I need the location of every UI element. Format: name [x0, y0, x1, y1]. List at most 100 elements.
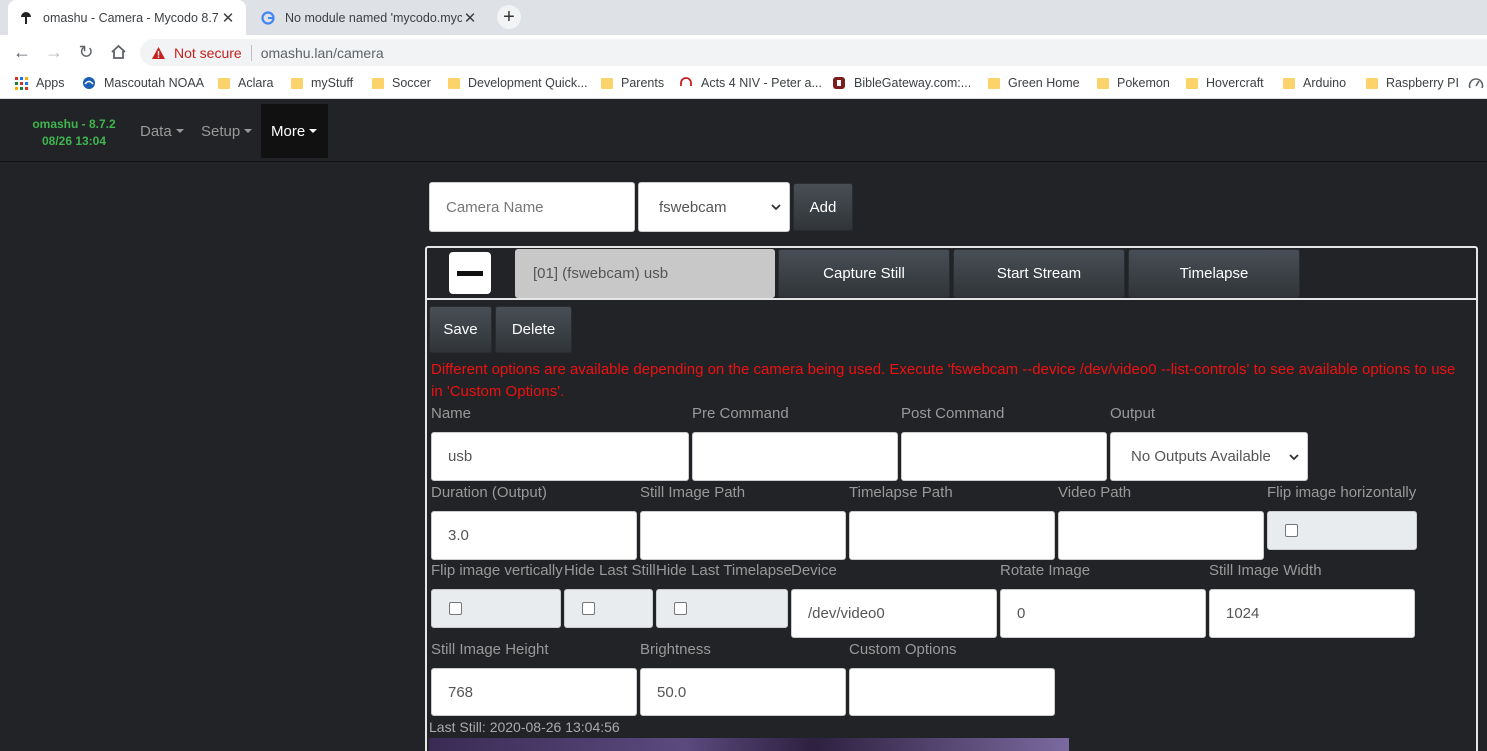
- bookmark-label: Hovercraft: [1206, 76, 1264, 90]
- bookmark-label: Green Home: [1008, 76, 1080, 90]
- output-select[interactable]: No Outputs Available: [1110, 432, 1308, 481]
- delete-button[interactable]: Delete: [495, 306, 572, 353]
- folder-icon: [1097, 77, 1109, 89]
- bookmark-arduino[interactable]: Arduino: [1283, 76, 1346, 90]
- bookmark-soccer[interactable]: Soccer: [372, 76, 431, 90]
- nav-more[interactable]: More: [261, 104, 328, 158]
- bookmark-label: Raspberry PI: [1386, 76, 1459, 90]
- url-text[interactable]: omashu.lan/camera: [261, 45, 384, 61]
- folder-icon: [448, 77, 460, 89]
- save-button[interactable]: Save: [429, 306, 492, 353]
- bookmark-noaa[interactable]: Mascoutah NOAA: [82, 76, 204, 90]
- still-path-label: Still Image Path: [640, 484, 746, 501]
- browser-tab-bar: omashu - Camera - Mycodo 8.7.2 ✕ No modu…: [0, 0, 1487, 35]
- options-notice: Different options are available dependin…: [431, 361, 1456, 400]
- name-value: usb: [448, 448, 473, 465]
- hide-timelapse-checkbox[interactable]: [674, 602, 687, 615]
- folder-icon: [601, 77, 613, 89]
- collapse-button[interactable]: [449, 252, 491, 294]
- bookmark-mystuff[interactable]: myStuff: [291, 76, 353, 90]
- bookmark-pokemon[interactable]: Pokemon: [1097, 76, 1170, 90]
- bookmark-apps[interactable]: Apps: [14, 76, 65, 90]
- output-label: Output: [1110, 405, 1156, 422]
- hide-still-checkbox[interactable]: [582, 602, 595, 615]
- hide-timelapse-container: [656, 589, 788, 628]
- flip-horizontal-checkbox[interactable]: [1285, 524, 1298, 537]
- biblegateway-icon: [832, 76, 846, 90]
- hide-still-label: Hide Last Still: [564, 562, 656, 579]
- camera-library-select[interactable]: fswebcam: [638, 182, 790, 232]
- flip-vertical-container: [431, 589, 561, 628]
- capture-still-button[interactable]: Capture Still: [778, 249, 950, 298]
- hide-still-container: [564, 589, 653, 628]
- url-bar[interactable]: Not secure omashu.lan/camera: [140, 39, 1487, 66]
- custom-options-input[interactable]: [849, 668, 1055, 716]
- height-input[interactable]: 768: [431, 668, 637, 716]
- camera-name-input[interactable]: Camera Name: [429, 182, 635, 232]
- caret-down-icon: [175, 129, 184, 133]
- duration-input[interactable]: 3.0: [431, 511, 637, 560]
- forward-arrow-icon[interactable]: →: [43, 41, 65, 63]
- bookmark-label: BibleGateway.com:...: [854, 76, 972, 90]
- folder-icon: [1366, 77, 1378, 89]
- bookmark-aclara[interactable]: Aclara: [218, 76, 273, 90]
- folder-icon: [291, 77, 303, 89]
- tab-camera[interactable]: omashu - Camera - Mycodo 8.7.2 ✕: [8, 0, 246, 35]
- bookmark-biblegateway[interactable]: BibleGateway.com:...: [832, 76, 971, 90]
- new-tab-button[interactable]: +: [497, 5, 521, 29]
- brand[interactable]: omashu - 8.7.2 08/26 13:04: [20, 116, 128, 150]
- brand-datetime: 08/26 13:04: [41, 134, 107, 148]
- bookmark-label: Acts 4 NIV - Peter a...: [701, 76, 822, 90]
- bookmark-label: Apps: [36, 76, 65, 90]
- bookmark-raspberrypi[interactable]: Raspberry PI: [1366, 76, 1459, 90]
- not-secure-label[interactable]: Not secure: [174, 45, 242, 61]
- timelapse-path-label: Timelapse Path: [849, 484, 953, 501]
- flip-vertical-checkbox[interactable]: [449, 602, 462, 615]
- minus-icon: [457, 270, 483, 276]
- bookmark-greenhome[interactable]: Green Home: [988, 76, 1080, 90]
- start-stream-button[interactable]: Start Stream: [953, 249, 1125, 298]
- timelapse-button[interactable]: Timelapse: [1128, 249, 1300, 298]
- device-input[interactable]: /dev/video0: [791, 589, 997, 638]
- flip-horizontal-container: [1267, 511, 1417, 550]
- pre-command-input[interactable]: [692, 432, 898, 481]
- close-tab-icon[interactable]: ✕: [462, 9, 478, 27]
- back-arrow-icon[interactable]: ←: [11, 41, 33, 63]
- device-label: Device: [791, 562, 837, 579]
- nav-data[interactable]: Data: [130, 104, 194, 158]
- bookmark-hovercraft[interactable]: Hovercraft: [1186, 76, 1264, 90]
- tab-error[interactable]: No module named 'mycodo.mycodo ✕: [250, 0, 488, 35]
- last-still-image[interactable]: [429, 738, 1069, 751]
- bookmark-acts4[interactable]: Acts 4 NIV - Peter a...: [679, 76, 822, 90]
- post-command-input[interactable]: [901, 432, 1107, 481]
- google-favicon-icon: [260, 10, 276, 26]
- name-label: Name: [431, 405, 472, 422]
- rotate-input[interactable]: 0: [1000, 589, 1206, 638]
- reload-icon[interactable]: ↻: [75, 41, 97, 63]
- device-value: /dev/video0: [808, 605, 885, 622]
- flip-vertical-label: Flip image vertically: [431, 562, 563, 579]
- bookmark-label: Development Quick...: [468, 76, 588, 90]
- bookmark-label: Pokemon: [1117, 76, 1170, 90]
- add-camera-button[interactable]: Add: [793, 183, 853, 231]
- bookmark-development[interactable]: Development Quick...: [448, 76, 588, 90]
- speedometer-icon[interactable]: [1468, 76, 1484, 92]
- timelapse-path-input[interactable]: [849, 511, 1055, 560]
- width-input[interactable]: 1024: [1209, 589, 1415, 638]
- bookmark-parents[interactable]: Parents: [601, 76, 664, 90]
- close-tab-icon[interactable]: ✕: [220, 9, 236, 27]
- hide-timelapse-label: Hide Last Timelapse: [656, 562, 792, 579]
- video-path-input[interactable]: [1058, 511, 1264, 560]
- bookmark-label: Soccer: [392, 76, 431, 90]
- folder-icon: [218, 77, 230, 89]
- name-input[interactable]: usb: [431, 432, 689, 481]
- still-path-input[interactable]: [640, 511, 846, 560]
- bookmark-label: myStuff: [311, 76, 354, 90]
- home-icon[interactable]: [107, 41, 129, 63]
- folder-icon: [372, 77, 384, 89]
- nav-setup[interactable]: Setup: [191, 104, 262, 158]
- tab-title: omashu - Camera - Mycodo 8.7.2: [43, 10, 220, 25]
- brightness-input[interactable]: 50.0: [640, 668, 846, 716]
- caret-down-icon: [244, 129, 253, 133]
- brightness-value: 50.0: [657, 683, 687, 701]
